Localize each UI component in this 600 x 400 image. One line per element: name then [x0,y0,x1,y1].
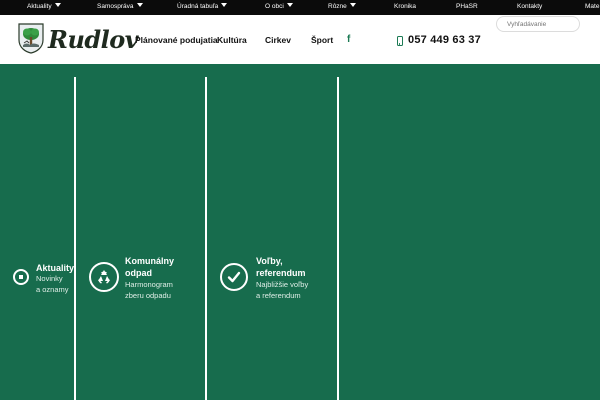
search-input[interactable] [496,16,580,32]
topmenu-label: Samospráva [97,3,134,10]
tile-title-line: Komunálny [125,256,175,266]
topmenu-aktuality[interactable]: Aktuality [27,2,61,12]
facebook-icon[interactable]: f [347,34,350,45]
column-divider [74,77,76,400]
nav-cirkev[interactable]: Cirkev [265,35,291,45]
nav-planovane-podujatia[interactable]: Plánované podujatia [135,35,218,45]
column-divider [205,77,207,400]
site-brand-title[interactable]: Rudlov [48,26,139,54]
tile-title-line: referendum [256,268,306,278]
topmenu-rozne[interactable]: Rôzne [328,2,356,12]
topmenu-samosprava[interactable]: Samospráva [97,2,143,12]
tile-desc-line: Najbližšie voľby [256,280,309,289]
recycle-icon [89,262,119,292]
chevron-down-icon [286,3,293,7]
topmenu-label: Úradná tabuľa [177,3,219,10]
tile-title-line: Voľby, [256,256,283,266]
chevron-down-icon [54,3,61,7]
news-icon [13,269,29,285]
chevron-down-icon [349,3,356,7]
column-divider [337,77,339,400]
tile-desc-line: a oznamy [36,285,69,294]
topmenu-uradna-tabula[interactable]: Úradná tabuľa [177,2,228,12]
tile-desc-line: Harmonogram [125,280,173,289]
chevron-down-icon [136,3,143,7]
topmenu-o-obci[interactable]: O obci [265,2,293,12]
tile-title-line: odpad [125,268,152,278]
topmenu-label: O obci [265,3,284,10]
tile-desc-line: Novinky [36,274,63,283]
topmenu-kontakty[interactable]: Kontakty [517,2,542,12]
nav-kultura[interactable]: Kultúra [217,35,247,45]
topmenu-phasr[interactable]: PHaSR [456,2,478,12]
tile-desc-line: a referendum [256,291,301,300]
topmenu-mate[interactable]: Mate [585,2,599,12]
chevron-down-icon [221,3,228,7]
tile-desc-line: zberu odpadu [125,291,171,300]
coat-of-arms-logo[interactable] [18,23,44,54]
phone-icon [397,36,403,46]
topmenu-label: Aktuality [27,3,52,10]
topmenu-label: Rôzne [328,3,347,10]
check-icon [220,263,248,291]
phone-number[interactable]: 057 449 63 37 [408,34,481,47]
topmenu-kronika[interactable]: Kronika [394,2,416,12]
hero-section [0,64,600,400]
top-menu-bar: Aktuality Samospráva Úradná tabuľa O obc… [0,0,600,15]
nav-sport[interactable]: Šport [311,35,333,45]
